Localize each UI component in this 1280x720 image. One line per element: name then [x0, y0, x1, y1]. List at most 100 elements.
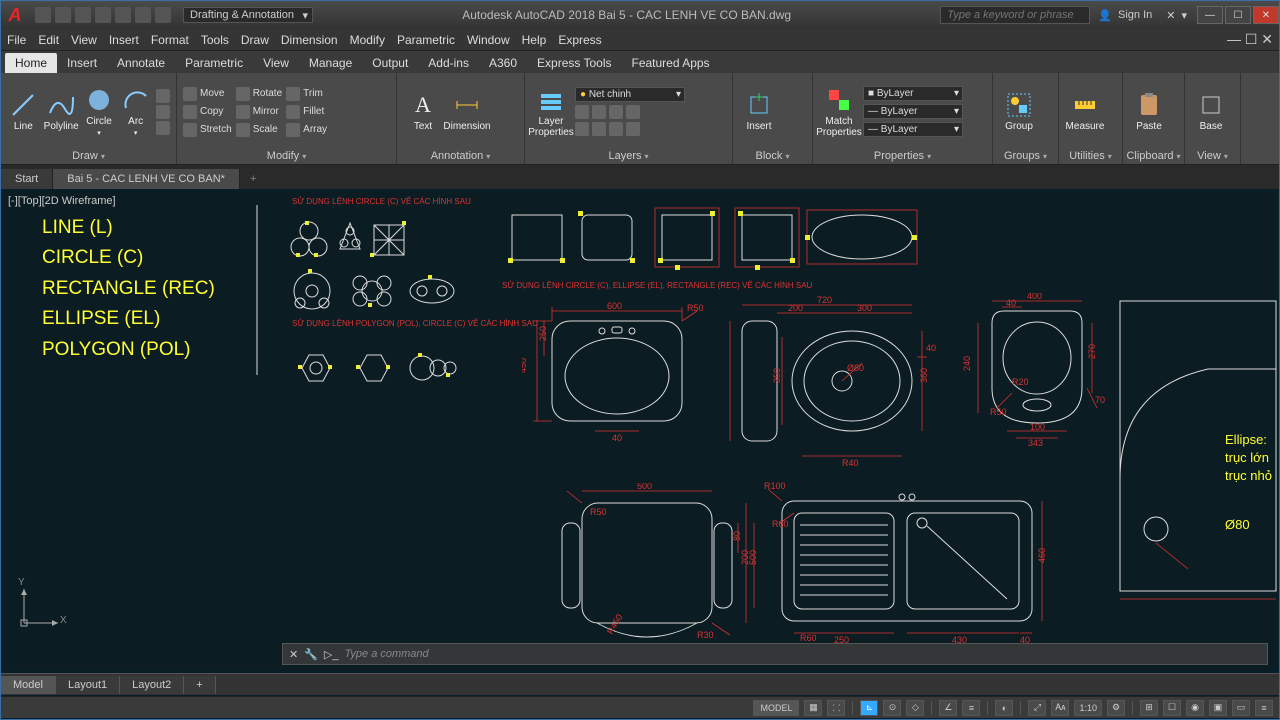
qat-new-icon[interactable]	[35, 7, 51, 23]
drawing-area[interactable]: [-][Top][2D Wireframe] LINE (L) CIRCLE (…	[2, 191, 1278, 671]
exchange-icon[interactable]: ✕	[1166, 9, 1175, 22]
status-model[interactable]: MODEL	[753, 700, 799, 716]
cmdline-close-icon[interactable]: ✕	[289, 648, 298, 661]
move-icon[interactable]	[183, 87, 197, 101]
layer-dropdown[interactable]: ● Net chinh	[575, 87, 685, 102]
menu-parametric[interactable]: Parametric	[397, 33, 455, 47]
status-gear-icon[interactable]: ⚙	[1107, 700, 1125, 716]
menu-dimension[interactable]: Dimension	[281, 33, 338, 47]
panel-title-block[interactable]: Block	[739, 148, 806, 164]
tool-text[interactable]: AText	[403, 91, 443, 132]
tool-match-properties[interactable]: Match Properties	[819, 86, 859, 138]
tab-output[interactable]: Output	[362, 53, 418, 73]
status-polar-icon[interactable]: ⊙	[883, 700, 901, 716]
linetype-dropdown[interactable]: — ByLayer	[863, 122, 963, 137]
tool-arc[interactable]: Arc▾	[119, 86, 152, 137]
tool-paste[interactable]: Paste	[1129, 91, 1169, 132]
menu-express[interactable]: Express	[558, 33, 601, 47]
layout-1[interactable]: Layout1	[56, 676, 120, 694]
menu-draw[interactable]: Draw	[241, 33, 269, 47]
signin-area[interactable]: 👤 Sign In ✕ ▾	[1090, 9, 1195, 22]
menu-format[interactable]: Format	[151, 33, 189, 47]
status-custom-icon[interactable]: ≡	[1255, 700, 1273, 716]
lineweight-dropdown[interactable]: — ByLayer	[863, 104, 963, 119]
tool-group[interactable]: Group	[999, 91, 1039, 132]
status-ws-icon[interactable]: ⊞	[1140, 700, 1158, 716]
help-icon[interactable]: ▾	[1181, 9, 1187, 22]
workspace-dropdown[interactable]: Drafting & Annotation	[183, 7, 313, 23]
filetab-start[interactable]: Start	[1, 169, 53, 189]
panel-title-layers[interactable]: Layers	[531, 148, 726, 164]
ellipse-icon[interactable]	[156, 105, 170, 119]
layout-2[interactable]: Layout2	[120, 676, 184, 694]
rotate-icon[interactable]	[236, 87, 250, 101]
laylck-icon[interactable]	[626, 105, 640, 119]
tool-layer-properties[interactable]: Layer Properties	[531, 86, 571, 138]
tab-express[interactable]: Express Tools	[527, 53, 621, 73]
hatch-icon[interactable]	[156, 121, 170, 135]
layfrz-icon[interactable]	[609, 105, 623, 119]
panel-title-utilities[interactable]: Utilities	[1065, 148, 1116, 164]
status-max-icon[interactable]: ☐	[1163, 700, 1181, 716]
tab-home[interactable]: Home	[5, 53, 57, 73]
tab-parametric[interactable]: Parametric	[175, 53, 253, 73]
tab-featured[interactable]: Featured Apps	[622, 53, 720, 73]
status-otrack-icon[interactable]: ∠	[939, 700, 957, 716]
status-hw-icon[interactable]: ◉	[1186, 700, 1204, 716]
tool-insert-block[interactable]: Insert	[739, 91, 779, 132]
qat-redo-icon[interactable]	[155, 7, 171, 23]
tab-manage[interactable]: Manage	[299, 53, 362, 73]
menu-insert[interactable]: Insert	[109, 33, 139, 47]
tool-polyline[interactable]: Polyline	[44, 91, 79, 132]
status-lwt-icon[interactable]: ≡	[962, 700, 980, 716]
layoff-icon[interactable]	[575, 105, 589, 119]
stretch-icon[interactable]	[183, 123, 197, 137]
status-ortho-icon[interactable]: ⊾	[860, 700, 878, 716]
layout-model[interactable]: Model	[1, 676, 56, 694]
status-clean-icon[interactable]: ▭	[1232, 700, 1250, 716]
qat-saveas-icon[interactable]	[95, 7, 111, 23]
cmdline-config-icon[interactable]: 🔧	[304, 648, 318, 661]
panel-title-modify[interactable]: Modify	[183, 148, 390, 164]
tab-a360[interactable]: A360	[479, 53, 527, 73]
help-search-input[interactable]	[940, 6, 1090, 24]
rect-icon[interactable]	[156, 89, 170, 103]
laycur-icon[interactable]	[609, 122, 623, 136]
status-snap-icon[interactable]: ⸬	[827, 700, 845, 716]
filetab-current[interactable]: Bai 5 - CAC LENH VE CO BAN*	[53, 169, 240, 189]
tab-insert[interactable]: Insert	[57, 53, 107, 73]
tool-base[interactable]: Base	[1191, 91, 1231, 132]
filetab-new[interactable]: +	[240, 169, 266, 189]
tool-dimension[interactable]: Dimension	[447, 91, 487, 132]
copy-icon[interactable]	[183, 105, 197, 119]
close-button[interactable]: ✕	[1253, 6, 1279, 24]
layiso-icon[interactable]	[592, 105, 606, 119]
color-dropdown[interactable]: ■ ByLayer	[863, 86, 963, 101]
status-grid-icon[interactable]: ▦	[804, 700, 822, 716]
cmdline-input[interactable]: Type a command	[345, 648, 429, 660]
command-line[interactable]: ✕ 🔧 ▷_ Type a command	[282, 643, 1268, 665]
qat-plot-icon[interactable]	[115, 7, 131, 23]
menu-tools[interactable]: Tools	[201, 33, 229, 47]
tab-annotate[interactable]: Annotate	[107, 53, 175, 73]
menu-window[interactable]: Window	[467, 33, 510, 47]
layprev-icon[interactable]	[592, 122, 606, 136]
menu-file[interactable]: File	[7, 33, 26, 47]
status-transparency-icon[interactable]: ◐	[995, 700, 1013, 716]
tab-addins[interactable]: Add-ins	[418, 53, 479, 73]
panel-title-view[interactable]: View	[1191, 148, 1234, 164]
status-osnap-icon[interactable]: ◇	[906, 700, 924, 716]
panel-title-groups[interactable]: Groups	[999, 148, 1052, 164]
status-annovis-icon[interactable]: 🗛	[1051, 700, 1069, 716]
minimize-button[interactable]: —	[1197, 6, 1223, 24]
array-icon[interactable]	[286, 123, 300, 137]
menu-help[interactable]: Help	[522, 33, 547, 47]
menu-modify[interactable]: Modify	[350, 33, 385, 47]
panel-title-properties[interactable]: Properties	[819, 148, 986, 164]
laymch-icon[interactable]	[575, 122, 589, 136]
quick-access-toolbar[interactable]	[29, 7, 177, 23]
panel-title-annotation[interactable]: Annotation	[403, 148, 518, 164]
status-annoscale-icon[interactable]: ⤢	[1028, 700, 1046, 716]
scale-icon[interactable]	[236, 123, 250, 137]
doc-controls[interactable]: — ☐ ✕	[1227, 31, 1273, 48]
